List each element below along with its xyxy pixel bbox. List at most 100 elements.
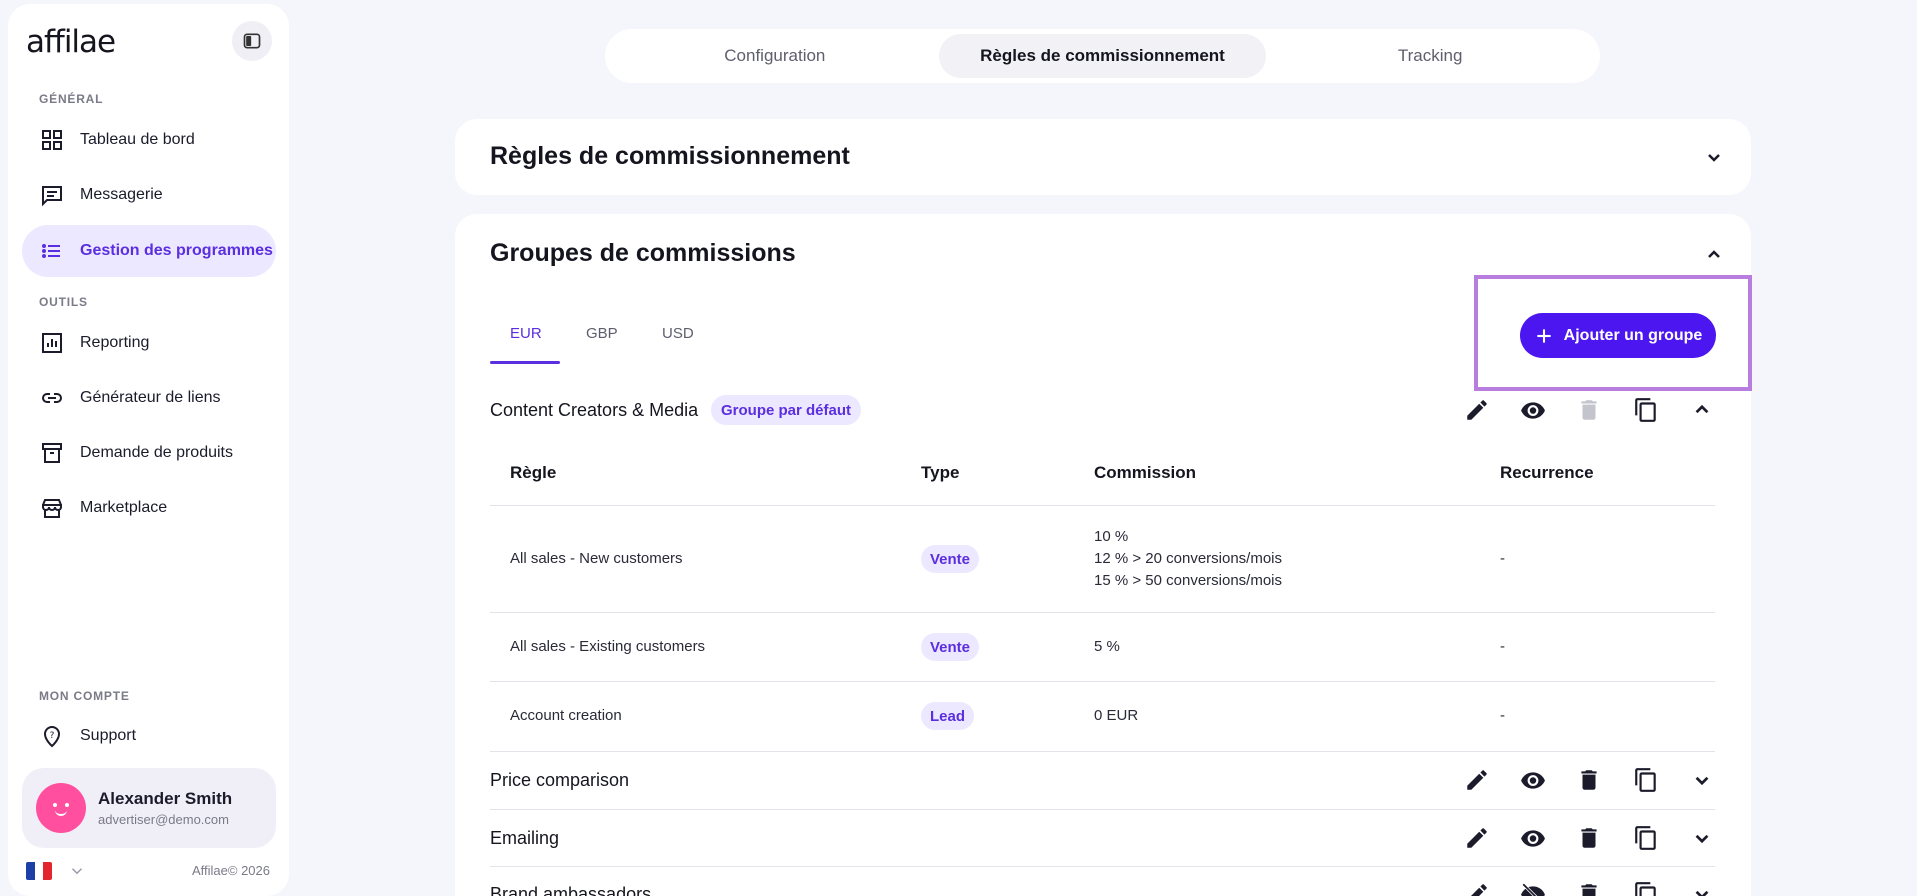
- tab-tracking[interactable]: Tracking: [1266, 34, 1594, 78]
- chevron-up-icon[interactable]: [1689, 397, 1715, 423]
- edit-icon[interactable]: [1464, 881, 1490, 896]
- column-header-rule: Règle: [510, 463, 557, 482]
- commission-line: 12 % > 20 conversions/mois: [1094, 550, 1283, 567]
- type-badge: Lead: [921, 702, 975, 730]
- svg-text:?: ?: [50, 731, 55, 741]
- currency-tab-usd[interactable]: USD: [662, 325, 694, 342]
- link-icon: [42, 393, 62, 403]
- rule-cell: All sales - Existing customers: [510, 638, 706, 655]
- sidebar: affilae GÉNÉRAL Tableau de bord Messager…: [8, 4, 289, 896]
- commission-line: 15 % > 50 conversions/mois: [1094, 572, 1283, 589]
- rule-cell: Account creation: [510, 707, 622, 724]
- commission-line: 5 %: [1094, 638, 1120, 655]
- copy-icon[interactable]: [1633, 397, 1659, 423]
- copy-icon[interactable]: [1633, 825, 1659, 851]
- sidebar-item-label: Reporting: [80, 334, 150, 351]
- tab-configuration[interactable]: Configuration: [611, 34, 939, 78]
- view-icon[interactable]: [1520, 397, 1546, 423]
- user-profile-card[interactable]: Alexander Smith advertiser@demo.com: [22, 768, 276, 848]
- section-label-tools: OUTILS: [39, 295, 88, 309]
- edit-icon[interactable]: [1464, 825, 1490, 851]
- default-group-badge: Groupe par défaut: [711, 395, 862, 425]
- group-name: Brand ambassadors: [490, 884, 652, 896]
- edit-icon[interactable]: [1464, 397, 1490, 423]
- divider: [490, 505, 1715, 506]
- french-flag-icon[interactable]: [26, 862, 52, 880]
- plus-icon: [1537, 328, 1551, 343]
- divider: [490, 866, 1715, 867]
- group-name: Price comparison: [490, 770, 630, 790]
- copy-icon[interactable]: [1633, 881, 1659, 896]
- recurrence-cell: -: [1500, 638, 1505, 655]
- commission-line: 0 EUR: [1094, 707, 1139, 724]
- add-group-button[interactable]: Ajouter un groupe: [1520, 313, 1716, 358]
- copyright-text: Affilae© 2026: [191, 863, 270, 878]
- sidebar-collapse-icon: [243, 33, 261, 49]
- user-email: advertiser@demo.com: [98, 812, 229, 827]
- recurrence-cell: -: [1500, 707, 1505, 724]
- currency-tab-gbp[interactable]: GBP: [586, 325, 618, 342]
- sidebar-item-label: Messagerie: [80, 186, 163, 203]
- tab-commission-rules[interactable]: Règles de commissionnement: [938, 34, 1267, 78]
- section-label-general: GÉNÉRAL: [39, 92, 104, 106]
- sidebar-item-product-requests[interactable]: Demande de produits: [22, 427, 276, 479]
- delete-icon-disabled: [1581, 400, 1597, 420]
- sidebar-item-messaging[interactable]: Messagerie: [22, 169, 276, 221]
- sidebar-item-support[interactable]: ? Support: [22, 710, 276, 762]
- chevron-down-icon[interactable]: [1689, 767, 1715, 793]
- column-header-recurrence: Recurrence: [1500, 463, 1594, 482]
- sidebar-item-marketplace[interactable]: Marketplace: [22, 482, 276, 534]
- visibility-off-icon[interactable]: [1520, 881, 1546, 896]
- sidebar-item-label: Demande de produits: [80, 444, 233, 461]
- chevron-down-icon[interactable]: [1702, 145, 1726, 169]
- add-group-label: Ajouter un groupe: [1563, 326, 1703, 344]
- sidebar-toggle-button[interactable]: [232, 21, 272, 61]
- type-badge: Vente: [921, 633, 980, 661]
- active-tab-indicator: [490, 361, 560, 364]
- column-header-type: Type: [921, 463, 960, 482]
- type-badge: Vente: [921, 545, 980, 573]
- store-icon: [42, 499, 62, 518]
- group-name: Emailing: [490, 828, 560, 848]
- sidebar-item-link-generator[interactable]: Générateur de liens: [22, 372, 276, 424]
- dashboard-icon: [42, 130, 62, 150]
- commission-rules-card: Règles de commissionnement: [455, 119, 1751, 195]
- affilae-logo[interactable]: affilae: [26, 24, 116, 60]
- sidebar-item-label: Gestion des programmes: [80, 242, 273, 259]
- currency-tab-eur[interactable]: EUR: [510, 325, 542, 342]
- card-title: Groupes de commissions: [490, 239, 796, 267]
- chevron-down-icon[interactable]: [1689, 825, 1715, 851]
- rule-cell: All sales - New customers: [510, 550, 683, 567]
- top-tabs: Configuration Règles de commissionnement…: [605, 29, 1600, 83]
- edit-icon[interactable]: [1464, 767, 1490, 793]
- commission-line: 10 %: [1094, 528, 1129, 545]
- view-icon[interactable]: [1520, 825, 1546, 851]
- chart-icon: [42, 333, 62, 353]
- sidebar-item-label: Marketplace: [80, 499, 168, 516]
- language-chevron-down-icon[interactable]: [68, 862, 86, 880]
- view-icon[interactable]: [1520, 767, 1546, 793]
- delete-icon[interactable]: [1576, 881, 1602, 896]
- sidebar-item-label: Tableau de bord: [80, 131, 195, 148]
- message-icon: [42, 186, 62, 207]
- list-icon: [42, 244, 60, 258]
- avatar: [36, 783, 86, 833]
- archive-icon: [42, 443, 62, 463]
- chevron-up-icon[interactable]: [1702, 243, 1726, 267]
- column-header-commission: Commission: [1094, 463, 1197, 482]
- divider: [490, 612, 1715, 613]
- sidebar-item-program-management[interactable]: Gestion des programmes: [22, 225, 276, 277]
- sidebar-item-reporting[interactable]: Reporting: [22, 317, 276, 369]
- chevron-down-icon[interactable]: [1689, 881, 1715, 896]
- sidebar-item-label: Générateur de liens: [80, 389, 221, 406]
- copy-icon[interactable]: [1633, 767, 1659, 793]
- help-icon: ?: [43, 726, 61, 748]
- sidebar-item-dashboard[interactable]: Tableau de bord: [22, 114, 276, 166]
- section-label-account: MON COMPTE: [39, 689, 130, 703]
- divider: [490, 681, 1715, 682]
- divider: [490, 809, 1715, 810]
- delete-icon[interactable]: [1576, 825, 1602, 851]
- divider: [490, 751, 1715, 752]
- delete-icon[interactable]: [1576, 767, 1602, 793]
- recurrence-cell: -: [1500, 550, 1505, 567]
